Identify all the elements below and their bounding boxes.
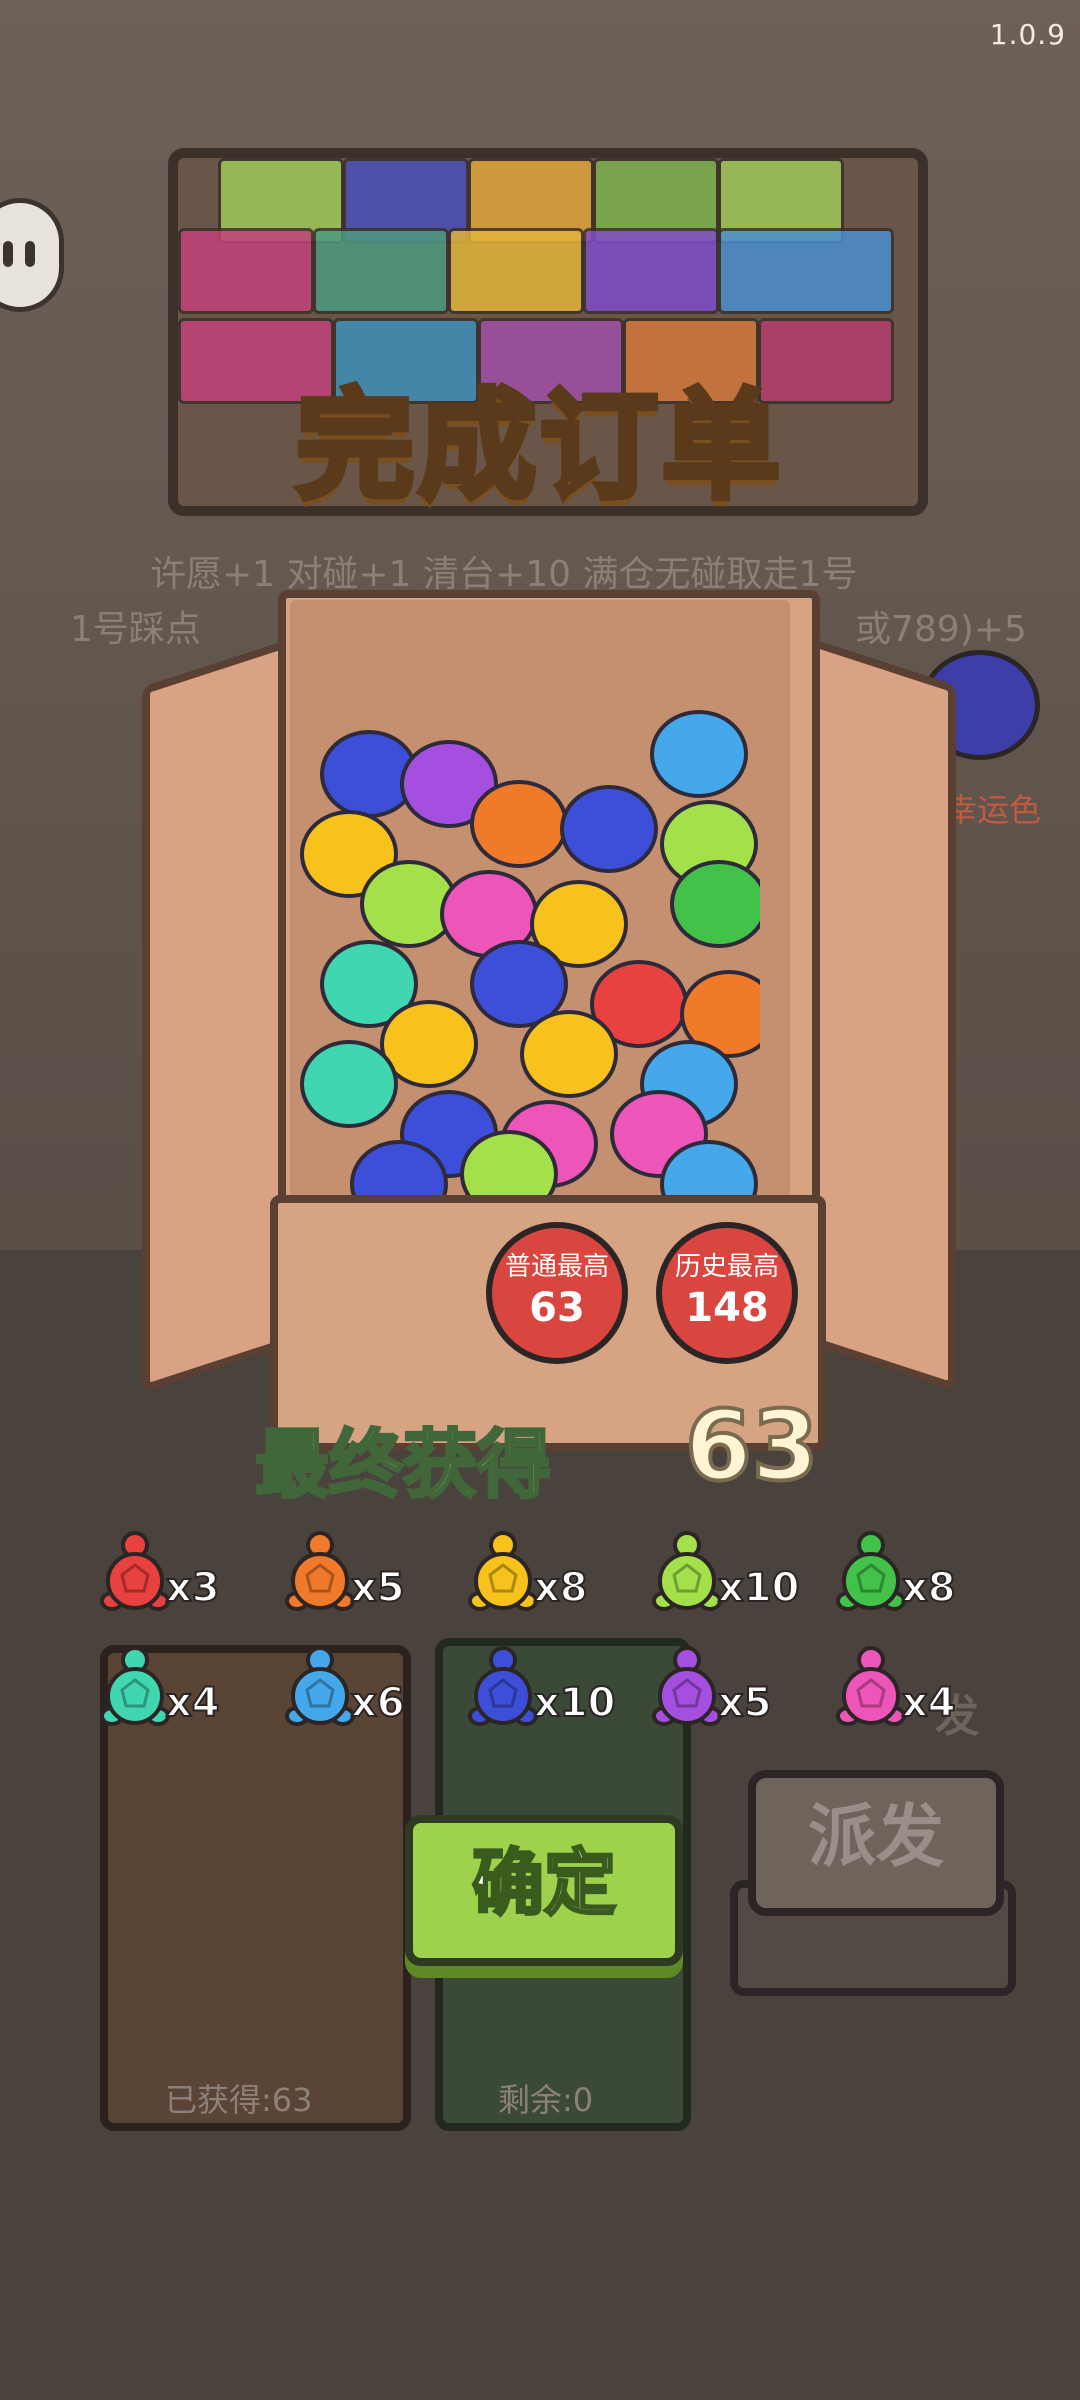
teal-turtle-icon (100, 1646, 170, 1726)
tally-count: x6 (350, 1679, 406, 1727)
blue-turtle-icon (285, 1646, 355, 1726)
tally-item: x10 (652, 1525, 822, 1625)
turtle-pile (300, 690, 760, 1205)
yellow-turtle-icon (468, 1531, 538, 1611)
lucky-color-label: 幸运色 (945, 791, 1042, 829)
normal-best-value: 63 (529, 1285, 585, 1331)
red-turtle-icon (100, 1531, 170, 1611)
tally-item: x4 (100, 1640, 270, 1740)
lime-turtle-icon (652, 1531, 722, 1611)
final-obtained-value: 63 (683, 1388, 821, 1504)
normal-best-badge: 普通最高 63 (486, 1222, 628, 1364)
tally-count: x10 (717, 1564, 800, 1612)
tally-count: x5 (717, 1679, 773, 1727)
tally-item: x5 (285, 1525, 455, 1625)
normal-best-label: 普通最高 (504, 1252, 609, 1282)
history-best-value: 148 (685, 1285, 769, 1331)
obtained-count-label: 已获得:63 (165, 2081, 313, 2119)
dispatch-button[interactable]: 派发 (748, 1770, 1004, 1916)
complete-order-title: 完成订单 (293, 374, 784, 518)
pack (313, 228, 449, 314)
pause-bar-icon (25, 241, 35, 267)
tally-item: x5 (652, 1640, 822, 1740)
hint-line-2-right: 或789)+5 (855, 609, 1027, 650)
tally-count: x4 (165, 1679, 221, 1727)
pack (178, 228, 314, 314)
tally-count: x10 (533, 1679, 616, 1727)
tally-item: x6 (285, 1640, 455, 1740)
purple-turtle-icon (652, 1646, 722, 1726)
hint-line-2-left: 1号踩点 (70, 609, 201, 650)
pack (718, 228, 894, 314)
tally-item: x4 (836, 1640, 1006, 1740)
tally-count: x8 (533, 1564, 589, 1612)
tally-item: x3 (100, 1525, 270, 1625)
tally-count: x4 (901, 1679, 957, 1727)
history-best-label: 历史最高 (674, 1252, 779, 1282)
final-obtained-label: 最终获得 (254, 1421, 553, 1510)
tally-item: x8 (836, 1525, 1006, 1625)
pack (448, 228, 584, 314)
tally-count: x5 (350, 1564, 406, 1612)
tally-item: x10 (468, 1640, 638, 1740)
tally-count: x3 (165, 1564, 221, 1612)
pack (583, 228, 719, 314)
pause-bar-icon (3, 241, 13, 267)
tally-item: x8 (468, 1525, 638, 1625)
confirm-button[interactable]: 确定 (405, 1815, 683, 1966)
history-best-badge: 历史最高 148 (656, 1222, 798, 1364)
orange-turtle-icon (285, 1531, 355, 1611)
remaining-count-label: 剩余:0 (498, 2081, 594, 2119)
green-turtle-icon (836, 1531, 906, 1611)
version-label: 1.0.9 (989, 18, 1066, 51)
tally-count: x8 (901, 1564, 957, 1612)
pink-turtle-icon (836, 1646, 906, 1726)
indigo-turtle-icon (468, 1646, 538, 1726)
pause-button[interactable] (0, 198, 64, 312)
